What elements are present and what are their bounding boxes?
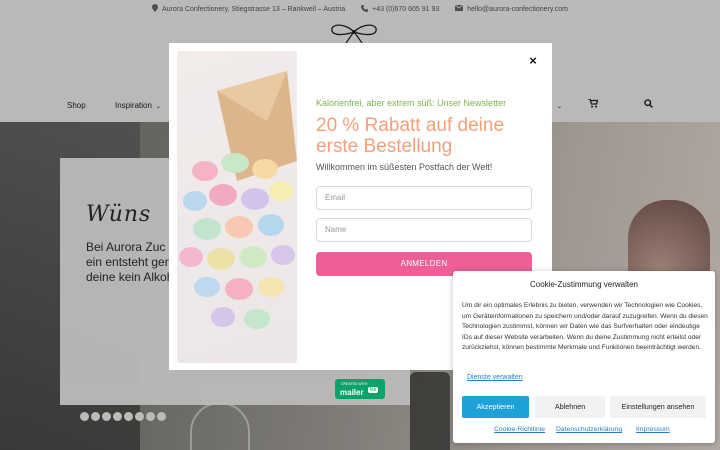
- newsletter-title: 20 % Rabatt auf deine erste Bestellung: [316, 115, 505, 157]
- cookie-policy-link[interactable]: Cookie-Richtlinie: [494, 426, 545, 433]
- badge-brand: mailer: [340, 388, 364, 397]
- close-icon[interactable]: ×: [525, 53, 541, 69]
- newsletter-subtitle: Willkommen im süßesten Postfach der Welt…: [316, 162, 493, 172]
- email-field[interactable]: Email: [316, 186, 532, 210]
- badge-lite: lite: [368, 387, 379, 393]
- candy-envelope-image: [177, 51, 297, 363]
- privacy-policy-link[interactable]: Datenschutzerklärung: [556, 426, 622, 433]
- manage-services-link[interactable]: Dienste verwalten: [467, 374, 523, 381]
- cookie-title: Cookie-Zustimmung verwalten: [529, 280, 639, 289]
- cookie-consent-banner: Cookie-Zustimmung verwalten Um dir ein o…: [453, 271, 715, 443]
- mailerlite-badge[interactable]: CREATED WITH mailer lite: [335, 379, 385, 399]
- name-field[interactable]: Name: [316, 218, 532, 242]
- cookie-text: Um dir ein optimales Erlebnis zu bieten,…: [462, 302, 708, 351]
- newsletter-kicker: Kalorienfrei, aber extrem süß: Unser New…: [316, 98, 507, 108]
- accept-button[interactable]: Akzeptieren: [462, 396, 529, 418]
- deny-button[interactable]: Ablehnen: [535, 396, 605, 418]
- badge-caption: CREATED WITH: [341, 382, 368, 386]
- imprint-link[interactable]: Impressum: [636, 426, 670, 433]
- preferences-button[interactable]: Einstellungen ansehen: [610, 396, 706, 418]
